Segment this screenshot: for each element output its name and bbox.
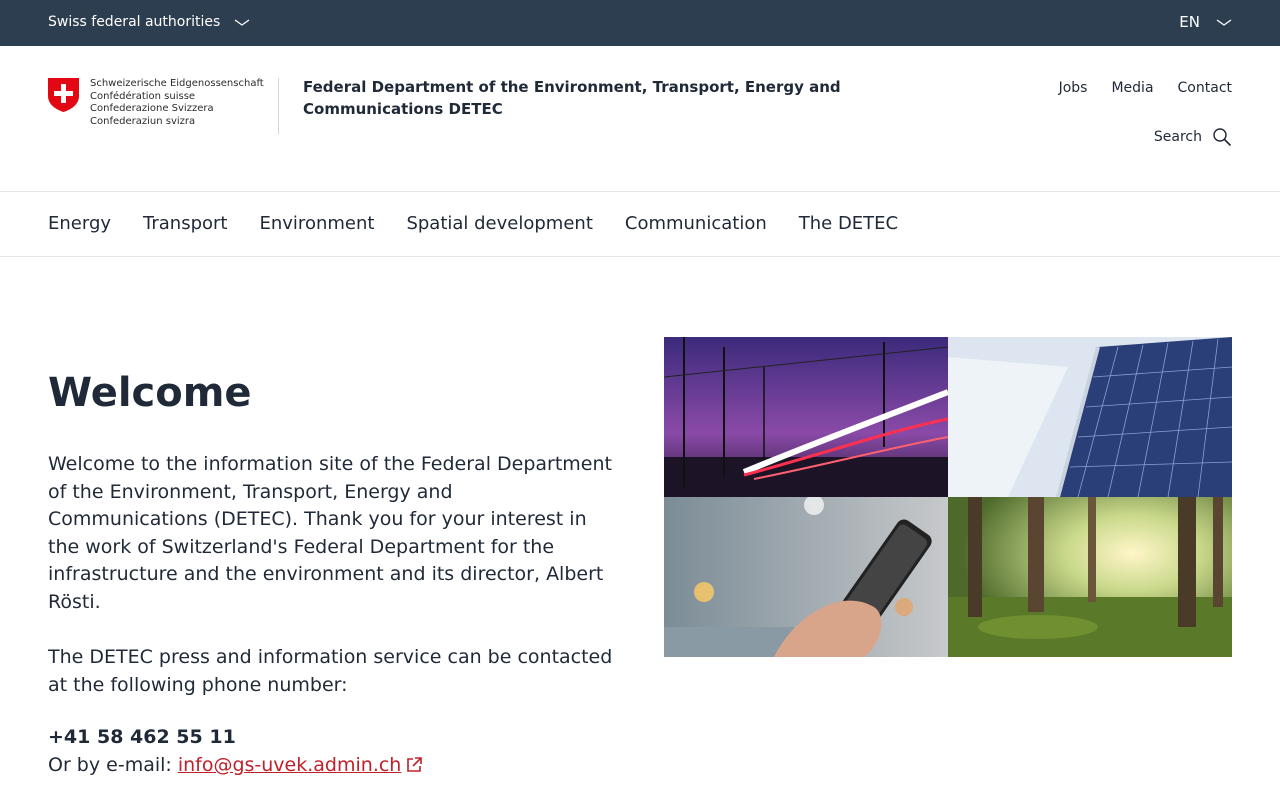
authorities-label: Swiss federal authorities xyxy=(48,14,221,30)
meta-nav-jobs[interactable]: Jobs xyxy=(1059,80,1088,96)
nav-item-energy[interactable]: Energy xyxy=(48,213,111,234)
nav-item-communication[interactable]: Communication xyxy=(625,213,767,234)
nav-item-spatial-development[interactable]: Spatial development xyxy=(406,213,592,234)
site-header: Schweizerische Eidgenossenschaft Confédé… xyxy=(0,46,1280,192)
swiss-authorities-toggle[interactable]: Swiss federal authorities xyxy=(48,14,250,30)
confederation-name-rm: Confederaziun svizra xyxy=(90,115,196,127)
smartphone-hand-image xyxy=(664,497,948,657)
chevron-down-icon xyxy=(234,19,250,26)
email-link[interactable]: info@gs-uvek.admin.ch xyxy=(178,754,402,776)
language-label: EN xyxy=(1179,13,1200,31)
forest-sunlight-image xyxy=(948,497,1232,657)
top-bar: Swiss federal authorities EN xyxy=(0,0,1280,46)
phone-number: +41 58 462 55 11 xyxy=(48,726,236,748)
nav-item-transport[interactable]: Transport xyxy=(143,213,227,234)
confederation-name-de: Schweizerische Eidgenossenschaft xyxy=(90,78,264,89)
meta-nav-contact[interactable]: Contact xyxy=(1178,80,1232,96)
solar-panels-snow-image xyxy=(948,337,1232,497)
intro-paragraph: Welcome to the information site of the F… xyxy=(48,453,612,613)
search-icon xyxy=(1213,128,1232,147)
nav-item-environment[interactable]: Environment xyxy=(260,213,375,234)
email-line: Or by e-mail: info@gs-uvek.admin.ch xyxy=(48,754,423,776)
swiss-confederation-logo[interactable]: Schweizerische Eidgenossenschaft Confédé… xyxy=(48,78,264,128)
swiss-shield-icon xyxy=(48,78,79,112)
confederation-names: Schweizerische Eidgenossenschaft Confédé… xyxy=(90,78,264,128)
page-title: Welcome xyxy=(48,370,252,416)
confederation-name-it: Confederazione Svizzera xyxy=(90,103,214,114)
confederation-name-fr: Confédération suisse xyxy=(90,90,196,102)
search-button[interactable]: Search xyxy=(1154,127,1232,147)
nav-item-the-detec[interactable]: The DETEC xyxy=(799,213,898,234)
meta-nav: Jobs Media Contact xyxy=(1059,80,1232,96)
search-label: Search xyxy=(1153,129,1202,145)
topic-image-grid xyxy=(664,337,1232,657)
main-navigation: Energy Transport Environment Spatial dev… xyxy=(0,192,1280,257)
train-light-trails-image xyxy=(664,337,948,497)
language-switcher[interactable]: EN xyxy=(1179,13,1232,31)
department-title[interactable]: Federal Department of the Environment, T… xyxy=(303,76,983,120)
meta-nav-media[interactable]: Media xyxy=(1111,80,1153,96)
email-prefix: Or by e-mail: xyxy=(48,754,172,776)
logo-divider xyxy=(278,78,279,134)
chevron-down-icon xyxy=(1216,19,1232,26)
external-link-icon xyxy=(407,757,423,772)
press-paragraph: The DETEC press and information service … xyxy=(48,646,613,696)
